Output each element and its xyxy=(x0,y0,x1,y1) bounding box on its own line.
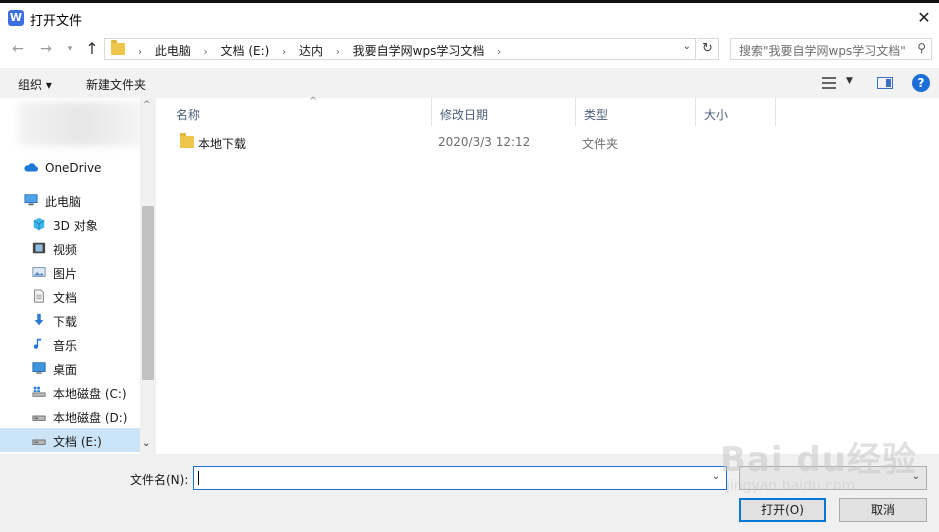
drive-c-icon xyxy=(32,386,46,397)
wps-app-icon: W xyxy=(8,10,24,26)
nav-label: 视频 xyxy=(53,243,78,257)
breadcrumb-item-drive-e[interactable]: 文档 (E:) xyxy=(221,42,270,59)
breadcrumb-separator-icon[interactable]: › xyxy=(336,47,340,58)
nav-label: OneDrive xyxy=(45,161,102,175)
filename-dropdown-chevron-icon[interactable]: ⌄ xyxy=(712,471,720,482)
file-list: 名称 ^ 修改日期 类型 大小 本地下载 2020/3/3 12:12 文件夹 xyxy=(156,96,939,454)
column-header-date[interactable]: 修改日期 xyxy=(432,98,576,126)
organize-button[interactable]: 组织 ▾ xyxy=(18,76,52,93)
nav-item-music[interactable]: 音乐 xyxy=(0,332,140,356)
view-options-icon[interactable] xyxy=(822,76,838,90)
nav-label: 音乐 xyxy=(53,339,78,353)
nav-label: 图片 xyxy=(53,267,78,281)
nav-label: 此电脑 xyxy=(45,195,82,209)
filename-label: 文件名(N): xyxy=(130,473,189,487)
nav-item-onedrive[interactable]: OneDrive xyxy=(0,156,140,180)
nav-item-drive-e[interactable]: 文档 (E:) xyxy=(0,428,140,452)
back-arrow-icon[interactable]: ← xyxy=(8,39,28,59)
nav-item-documents[interactable]: 文档 xyxy=(0,284,140,308)
nav-label: 文档 xyxy=(53,291,78,305)
breadcrumb-separator-icon[interactable]: › xyxy=(204,47,208,58)
file-type: 文件夹 xyxy=(582,137,619,151)
breadcrumb: › 此电脑 › 文档 (E:) › 达内 › 我要自学网wps学习文档 › xyxy=(129,42,510,59)
forward-arrow-icon[interactable]: → xyxy=(36,39,56,59)
column-header-label: 大小 xyxy=(704,108,729,122)
text-caret xyxy=(198,471,199,485)
video-icon xyxy=(32,242,46,254)
column-header-label: 修改日期 xyxy=(440,108,489,122)
column-header-name[interactable]: 名称 ^ xyxy=(168,96,432,126)
scroll-down-chevron-icon[interactable]: ⌄ xyxy=(142,438,150,449)
music-icon xyxy=(33,338,42,349)
command-toolbar: 组织 ▾ 新建文件夹 ▼ ? xyxy=(0,68,939,98)
drive-icon xyxy=(32,415,46,421)
file-name: 本地下载 xyxy=(198,137,247,151)
document-icon xyxy=(34,289,44,303)
nav-item-drive-c[interactable]: 本地磁盘 (C:) xyxy=(0,380,140,404)
nav-label: 文档 (E:) xyxy=(53,435,102,449)
baidu-watermark: Bai du经验 jingyan.baidu.com xyxy=(720,432,930,512)
column-header-label: 名称 xyxy=(176,108,201,122)
nav-item-videos[interactable]: 视频 xyxy=(0,236,140,260)
recent-locations-chevron-icon[interactable]: ▾ xyxy=(60,39,80,59)
table-row[interactable]: 本地下载 2020/3/3 12:12 文件夹 xyxy=(168,130,928,154)
file-date: 2020/3/3 12:12 xyxy=(438,135,531,149)
watermark-url: jingyan.baidu.com xyxy=(726,478,856,494)
scroll-up-chevron-icon[interactable]: ^ xyxy=(143,100,151,110)
new-folder-button[interactable]: 新建文件夹 xyxy=(86,76,146,93)
nav-label: 3D 对象 xyxy=(53,219,98,233)
drive-icon xyxy=(32,439,46,445)
help-icon[interactable]: ? xyxy=(912,74,930,92)
cube-icon xyxy=(33,217,45,231)
filename-input[interactable]: ⌄ xyxy=(193,466,727,490)
column-header-label: 类型 xyxy=(584,108,609,122)
nav-label: 本地磁盘 (C:) xyxy=(53,387,127,401)
nav-label: 本地磁盘 (D:) xyxy=(53,411,128,425)
column-header-size[interactable]: 大小 xyxy=(696,98,776,126)
nav-item-this-pc[interactable]: 此电脑 xyxy=(0,188,140,212)
nav-item-3d-objects[interactable]: 3D 对象 xyxy=(0,212,140,236)
download-icon xyxy=(34,313,44,326)
column-header-type[interactable]: 类型 xyxy=(576,98,696,126)
window-title: 打开文件 xyxy=(30,14,83,29)
address-row: ← → ▾ ↑ › 此电脑 › 文档 (E:) › 达内 › 我要自学网wps学… xyxy=(0,34,939,64)
blurred-quick-access xyxy=(18,102,148,146)
breadcrumb-item-this-pc[interactable]: 此电脑 xyxy=(155,42,191,59)
folder-icon xyxy=(111,40,125,55)
view-options-chevron-icon[interactable]: ▼ xyxy=(846,76,853,86)
preview-pane-icon[interactable] xyxy=(877,77,893,89)
breadcrumb-separator-icon[interactable]: › xyxy=(282,47,286,58)
breadcrumb-separator-icon[interactable]: › xyxy=(497,47,501,58)
picture-icon xyxy=(32,267,46,277)
breadcrumb-item-danei[interactable]: 达内 xyxy=(299,42,323,59)
watermark-logo-text: Bai du经验 xyxy=(720,440,917,480)
navigation-pane: OneDrive 此电脑 3D 对象 视频 图片 文档 下载 音乐 桌面 本地磁… xyxy=(0,98,156,454)
close-button[interactable]: ✕ xyxy=(909,3,939,33)
computer-icon xyxy=(24,194,38,206)
breadcrumb-separator-icon: › xyxy=(138,47,142,58)
address-bar[interactable]: › 此电脑 › 文档 (E:) › 达内 › 我要自学网wps学习文档 › ⌄ xyxy=(104,38,696,60)
nav-item-pictures[interactable]: 图片 xyxy=(0,260,140,284)
address-history-chevron-icon[interactable]: ⌄ xyxy=(683,41,691,52)
nav-scrollbar-thumb[interactable] xyxy=(142,206,154,380)
search-icon: ⚲ xyxy=(917,41,926,55)
folder-icon xyxy=(180,133,194,148)
title-bar: W 打开文件 ✕ xyxy=(0,3,939,33)
refresh-icon[interactable]: ↻ xyxy=(697,38,719,60)
breadcrumb-item-current-folder[interactable]: 我要自学网wps学习文档 xyxy=(353,42,485,59)
sort-ascending-icon: ^ xyxy=(309,96,318,107)
nav-item-drive-d[interactable]: 本地磁盘 (D:) xyxy=(0,404,140,428)
nav-label: 下载 xyxy=(53,315,78,329)
search-placeholder: 搜索"我要自学网wps学习文档" xyxy=(739,44,906,58)
nav-item-desktop[interactable]: 桌面 xyxy=(0,356,140,380)
up-arrow-icon[interactable]: ↑ xyxy=(82,39,102,59)
cloud-icon xyxy=(24,163,38,172)
search-input[interactable]: 搜索"我要自学网wps学习文档" ⚲ xyxy=(730,38,932,60)
nav-item-downloads[interactable]: 下载 xyxy=(0,308,140,332)
desktop-icon xyxy=(32,362,46,374)
nav-label: 桌面 xyxy=(53,363,78,377)
